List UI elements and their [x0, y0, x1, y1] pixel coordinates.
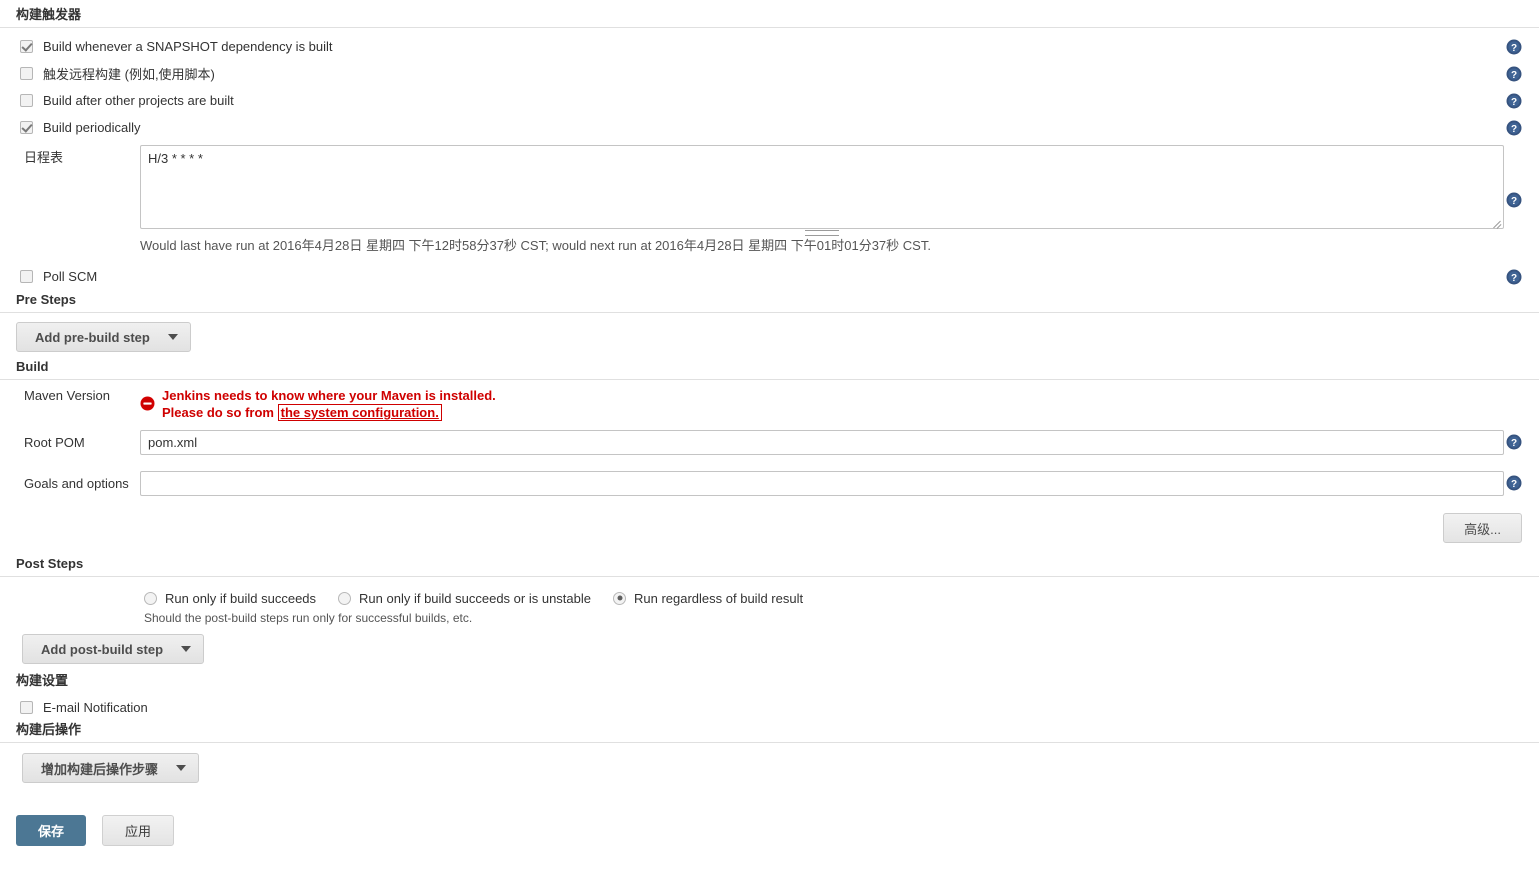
add-post-build-step-button[interactable]: Add post-build step — [22, 634, 205, 664]
svg-text:?: ? — [1511, 438, 1517, 449]
post-steps-header: Post Steps — [0, 556, 1539, 577]
maven-version-row: Maven Version Jenkins needs to know wher… — [0, 386, 1539, 421]
help-icon-build-periodically[interactable]: ? — [1506, 120, 1522, 136]
svg-text:?: ? — [1511, 43, 1517, 54]
checkbox-email-notification[interactable] — [20, 701, 33, 714]
build-header: Build — [0, 359, 1539, 380]
help-icon-poll-scm[interactable]: ? — [1506, 269, 1522, 285]
radio-label-run-if-succeeds: Run only if build succeeds — [165, 590, 317, 606]
system-configuration-link[interactable]: the system configuration. — [277, 404, 442, 421]
schedule-input[interactable] — [140, 145, 1504, 229]
checkbox-label-poll-scm: Poll SCM — [43, 269, 98, 284]
checkbox-poll-scm[interactable] — [20, 270, 33, 283]
add-post-build-step-label: Add post-build step — [41, 641, 164, 657]
error-icon — [140, 396, 155, 414]
checkbox-remote-trigger[interactable] — [20, 67, 33, 80]
add-post-build-action-label: 增加构建后操作步骤 — [41, 761, 159, 777]
svg-text:?: ? — [1511, 479, 1517, 490]
save-button[interactable]: 保存 — [16, 815, 87, 846]
checkbox-label-snapshot-dependency: Build whenever a SNAPSHOT dependency is … — [43, 39, 333, 54]
checkbox-row-build-periodically[interactable]: Build periodically ? — [0, 114, 1539, 141]
goals-label: Goals and options — [24, 476, 129, 491]
root-pom-input-wrap — [140, 430, 1504, 455]
checkbox-label-build-periodically: Build periodically — [43, 120, 141, 135]
svg-text:?: ? — [1511, 124, 1517, 135]
radio-run-if-succeeds[interactable] — [144, 591, 157, 605]
maven-error-line2: Please do so from the system configurati… — [162, 404, 496, 421]
svg-text:?: ? — [1511, 196, 1517, 207]
checkbox-row-poll-scm[interactable]: Poll SCM ? — [0, 263, 1539, 290]
schedule-label: 日程表 — [24, 150, 64, 165]
root-pom-row: Root POM ? — [0, 430, 1539, 455]
maven-error-line1: Jenkins needs to know where your Maven i… — [162, 388, 496, 403]
maven-error-prefix: Please do so from — [162, 405, 274, 420]
chevron-down-icon — [167, 334, 178, 340]
radio-label-run-regardless: Run regardless of build result — [634, 590, 804, 606]
help-icon-goals[interactable]: ? — [1506, 475, 1522, 491]
radio-run-regardless[interactable] — [613, 591, 626, 605]
radio-run-if-succeeds-or-unstable[interactable] — [338, 591, 352, 605]
schedule-note: Would last have run at 2016年4月28日 星期四 下午… — [140, 238, 931, 253]
maven-error-block: Jenkins needs to know where your Maven i… — [140, 386, 496, 421]
checkbox-after-other-projects[interactable] — [20, 94, 33, 107]
post-build-actions-header: 构建后操作 — [0, 722, 1539, 743]
checkbox-label-email-notification: E-mail Notification — [43, 700, 148, 715]
schedule-textarea-wrap — [140, 145, 1504, 237]
chevron-down-icon — [176, 765, 187, 771]
checkbox-row-snapshot-dependency[interactable]: Build whenever a SNAPSHOT dependency is … — [0, 33, 1539, 60]
apply-button[interactable]: 应用 — [102, 815, 175, 846]
root-pom-label: Root POM — [24, 435, 85, 450]
post-steps-radio-group: Run only if build succeeds Run only if b… — [0, 587, 1539, 609]
goals-row: Goals and options ? — [0, 471, 1539, 496]
add-pre-build-step-label: Add pre-build step — [35, 329, 150, 345]
help-icon-root-pom[interactable]: ? — [1506, 434, 1522, 450]
add-post-build-action-button[interactable]: 增加构建后操作步骤 — [22, 753, 200, 783]
help-icon-snapshot-dependency[interactable]: ? — [1506, 39, 1522, 55]
post-steps-hint: Should the post-build steps run only for… — [144, 611, 473, 625]
checkbox-label-remote-trigger: 触发远程构建 (例如,使用脚本) — [43, 67, 215, 82]
schedule-field-row: 日程表 ? — [0, 145, 1539, 237]
textarea-resize-handle[interactable] — [1492, 217, 1502, 227]
add-pre-build-step-button[interactable]: Add pre-build step — [16, 322, 191, 352]
svg-text:?: ? — [1511, 97, 1517, 108]
checkbox-row-email-notification[interactable]: E-mail Notification — [0, 695, 1539, 720]
pre-steps-header: Pre Steps — [0, 292, 1539, 313]
svg-text:?: ? — [1511, 273, 1517, 284]
checkbox-row-after-other-projects[interactable]: Build after other projects are built ? — [0, 87, 1539, 114]
root-pom-input[interactable] — [140, 430, 1504, 455]
advanced-button[interactable]: 高级... — [1443, 513, 1522, 543]
goals-input-wrap — [140, 471, 1504, 496]
checkbox-snapshot-dependency[interactable] — [20, 40, 33, 53]
checkbox-label-after-other-projects: Build after other projects are built — [43, 93, 234, 108]
help-icon-remote-trigger[interactable]: ? — [1506, 66, 1522, 82]
maven-error-text: Jenkins needs to know where your Maven i… — [162, 388, 496, 421]
help-icon-schedule[interactable]: ? — [1506, 192, 1522, 208]
chevron-down-icon — [181, 646, 192, 652]
maven-version-label: Maven Version — [24, 388, 110, 403]
textarea-drag-grip[interactable] — [140, 229, 1504, 237]
build-triggers-header: 构建触发器 — [0, 7, 1539, 28]
goals-input[interactable] — [140, 471, 1504, 496]
checkbox-row-remote-trigger[interactable]: 触发远程构建 (例如,使用脚本) ? — [0, 60, 1539, 87]
checkbox-build-periodically[interactable] — [20, 121, 33, 134]
radio-label-run-if-succeeds-or-unstable: Run only if build succeeds or is unstabl… — [359, 590, 591, 606]
svg-text:?: ? — [1511, 70, 1517, 81]
build-settings-header: 构建设置 — [16, 673, 69, 688]
help-icon-after-other-projects[interactable]: ? — [1506, 93, 1522, 109]
